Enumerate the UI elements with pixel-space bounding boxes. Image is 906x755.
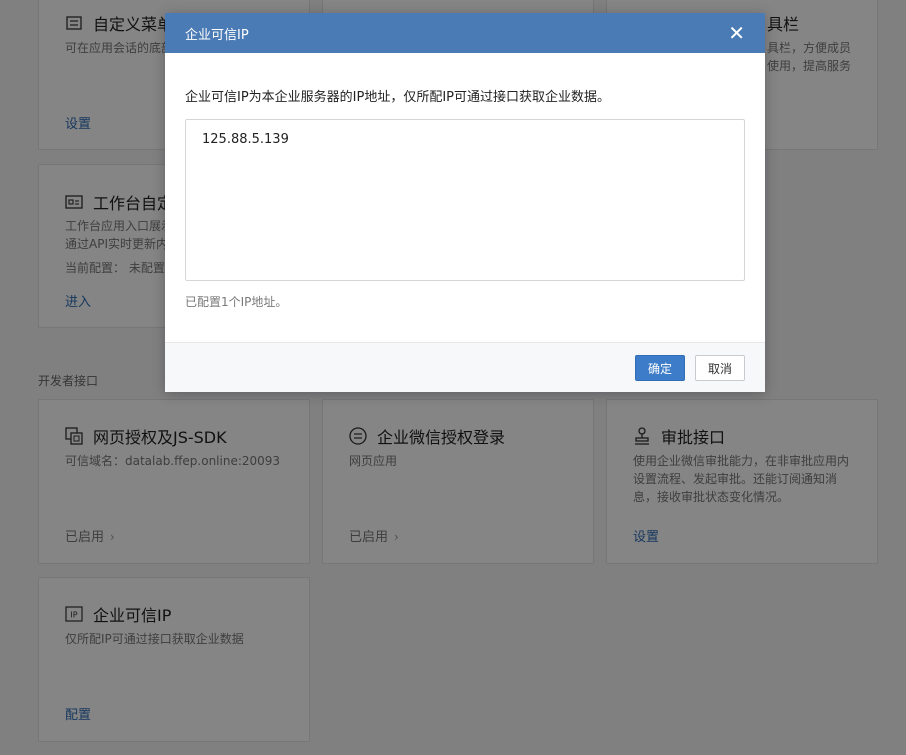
close-icon[interactable]: ✕ bbox=[728, 23, 745, 43]
dialog-description: 企业可信IP为本企业服务器的IP地址，仅所配IP可通过接口获取企业数据。 bbox=[185, 90, 611, 105]
dialog-body: 企业可信IP为本企业服务器的IP地址，仅所配IP可通过接口获取企业数据。 已配置… bbox=[165, 53, 765, 342]
ip-address-textarea[interactable] bbox=[185, 119, 745, 281]
dialog-title: 企业可信IP bbox=[185, 27, 249, 43]
cancel-button[interactable]: 取消 bbox=[695, 355, 745, 381]
trusted-ip-dialog: 企业可信IP ✕ 企业可信IP为本企业服务器的IP地址，仅所配IP可通过接口获取… bbox=[165, 13, 765, 392]
ip-count-text: 已配置1个IP地址。 bbox=[185, 295, 288, 309]
confirm-button[interactable]: 确定 bbox=[635, 355, 685, 381]
dialog-footer: 确定 取消 bbox=[165, 342, 765, 392]
dialog-header: 企业可信IP ✕ bbox=[165, 13, 765, 53]
